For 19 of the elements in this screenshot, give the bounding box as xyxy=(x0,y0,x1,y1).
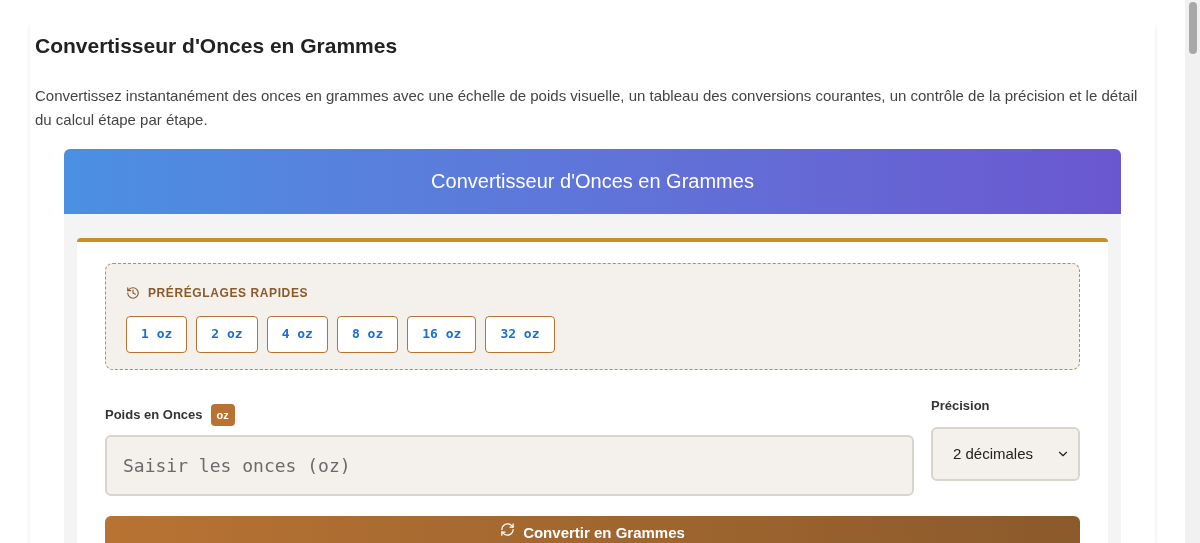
preset-button[interactable]: 2 oz xyxy=(196,315,258,353)
convert-button[interactable]: Convertir en Grammes xyxy=(105,516,1080,543)
converter-title: Convertisseur d'Onces en Grammes xyxy=(431,169,754,194)
history-icon xyxy=(126,285,140,300)
unit-badge: oz xyxy=(210,403,235,426)
page-description: Convertissez instantanément des onces en grammes avec une échelle de poids visuelle, un tableau des conversions courantes, un contrôle de la précision et le détail du calcul étape par étape. xyxy=(35,85,1139,130)
page-title: Convertisseur d'Onces en Grammes xyxy=(35,33,399,59)
precision-label: Précision xyxy=(931,396,991,415)
refresh-icon xyxy=(500,522,516,537)
preset-button[interactable]: 16 oz xyxy=(407,315,477,353)
scrollbar[interactable] xyxy=(1185,0,1200,543)
preset-button[interactable]: 1 oz xyxy=(126,315,188,353)
preset-button[interactable]: 4 oz xyxy=(266,315,328,353)
preset-button[interactable]: 32 oz xyxy=(485,315,555,353)
ounces-input[interactable]: Saisir les onces (oz) xyxy=(105,435,914,496)
weight-label: Poids en Onces xyxy=(105,406,203,424)
preset-button[interactable]: 8 oz xyxy=(336,315,399,353)
presets-title: PRÉRÉGLAGES RAPIDES xyxy=(148,284,309,302)
precision-select[interactable]: 2 décimales xyxy=(931,427,1080,481)
